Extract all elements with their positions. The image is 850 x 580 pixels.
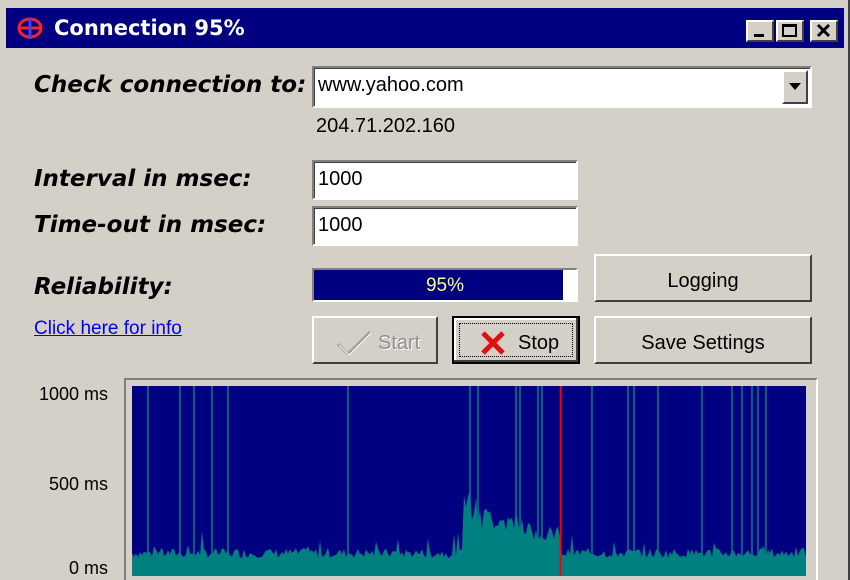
start-button-label: Start — [378, 332, 421, 354]
stop-button[interactable]: Stop — [452, 316, 580, 364]
check-connection-label: Check connection to: — [34, 72, 307, 98]
red-x-icon — [481, 331, 505, 355]
timeout-label: Time-out in msec: — [34, 212, 267, 238]
close-icon — [816, 23, 831, 38]
host-dropdown-button[interactable] — [782, 70, 808, 104]
info-link[interactable]: Click here for info — [34, 318, 182, 340]
window-title: Connection 95% — [54, 16, 245, 40]
reliability-label: Reliability: — [34, 274, 173, 300]
checkmark-icon — [336, 330, 372, 357]
timeout-input[interactable]: 1000 — [312, 206, 578, 246]
start-button[interactable]: Start — [312, 316, 438, 364]
stop-button-label: Stop — [518, 332, 560, 354]
minimize-button[interactable] — [746, 20, 774, 42]
timeout-value: 1000 — [318, 214, 363, 236]
connection-window: Connection 95% Check connection to: www.… — [0, 0, 850, 580]
response-time-graph — [132, 386, 806, 576]
interval-value: 1000 — [318, 168, 363, 190]
interval-label: Interval in msec: — [34, 166, 252, 192]
save-settings-button[interactable]: Save Settings — [594, 316, 812, 364]
y-axis-label-0: 0 ms — [68, 558, 108, 578]
y-axis-label-1000: 1000 ms — [38, 384, 108, 404]
chevron-down-icon — [789, 83, 801, 90]
y-axis-label-500: 500 ms — [48, 474, 108, 494]
maximize-button[interactable] — [776, 20, 804, 42]
interval-input[interactable]: 1000 — [312, 160, 578, 200]
minimize-icon — [754, 34, 764, 37]
reliability-percent-text: 95% — [425, 275, 465, 296]
reliability-progress-bar: 95% — [312, 268, 578, 302]
resolved-ip-address: 204.71.202.160 — [316, 115, 456, 137]
host-combobox[interactable]: www.yahoo.com — [312, 66, 812, 108]
logging-button[interactable]: Logging — [594, 254, 812, 302]
title-bar[interactable]: Connection 95% — [6, 8, 844, 48]
network-app-icon — [17, 17, 43, 39]
save-settings-button-label: Save Settings — [641, 332, 765, 354]
host-value: www.yahoo.com — [318, 74, 464, 96]
maximize-icon — [782, 24, 797, 37]
close-button[interactable] — [810, 20, 838, 42]
logging-button-label: Logging — [667, 270, 739, 292]
